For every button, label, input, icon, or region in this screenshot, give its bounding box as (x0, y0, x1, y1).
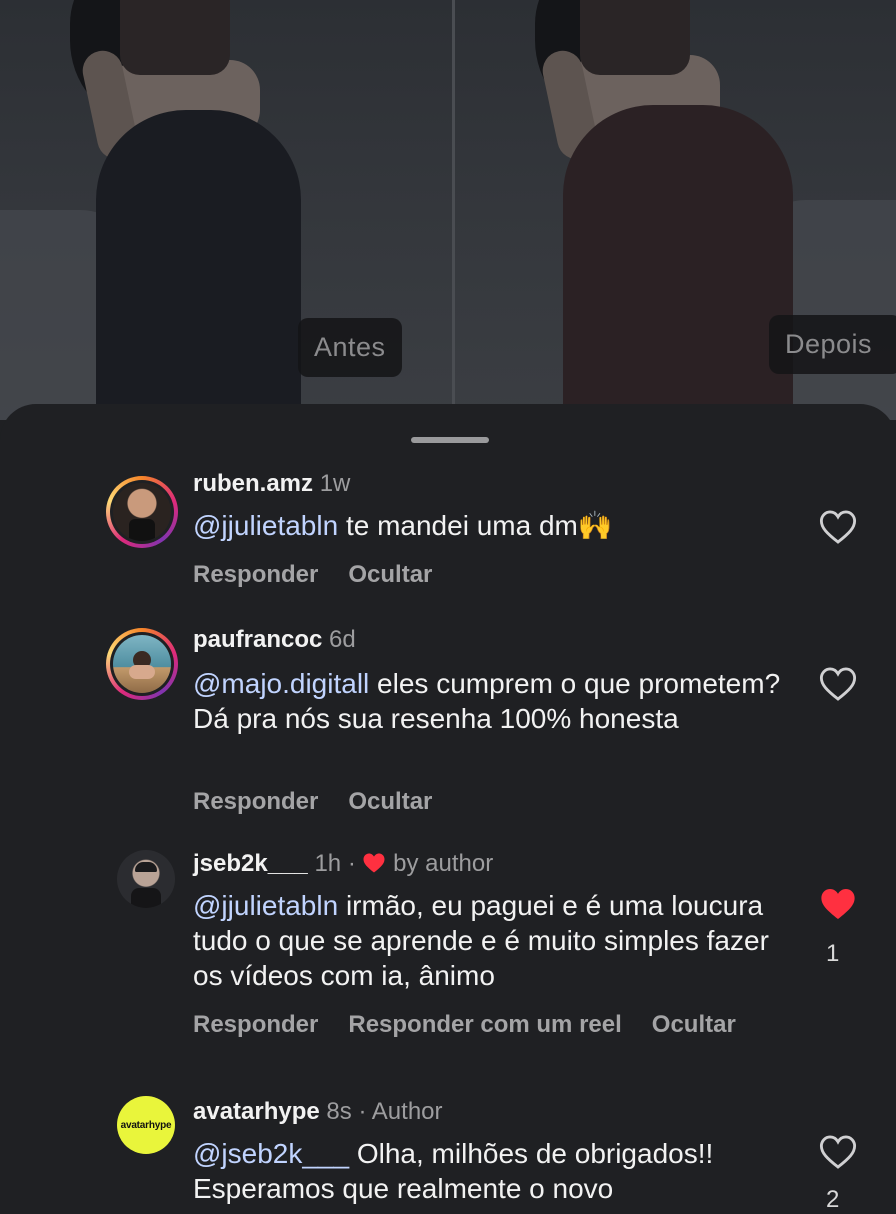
reply-button[interactable]: Responder (193, 788, 318, 815)
comment-text: @jseb2k___ Olha, milhões de obrigados!! … (193, 1138, 714, 1204)
comment-username[interactable]: avatarhype (193, 1098, 320, 1125)
avatar[interactable] (117, 850, 175, 908)
heart-outline-icon[interactable] (819, 509, 857, 545)
comment-username[interactable]: jseb2k___ (193, 850, 308, 877)
hide-button[interactable]: Ocultar (348, 788, 432, 815)
liked-by-author-label: by author (393, 850, 494, 877)
comment-mention[interactable]: @majo.digitall (193, 668, 369, 699)
comment-age: 1w (319, 470, 351, 497)
like-count: 1 (826, 940, 840, 967)
heart-outline-icon[interactable] (819, 1134, 857, 1170)
comment-text: @jjulietabln te mandei uma dm🙌 (193, 510, 613, 541)
comment-age: 6d (329, 626, 356, 653)
hide-button[interactable]: Ocultar (652, 1011, 736, 1038)
after-label: Depois (769, 315, 896, 374)
avatar[interactable]: avatarhype (117, 1096, 175, 1154)
avatar[interactable] (106, 476, 178, 548)
comments-sheet: ruben.amz 1w @jjulietabln te mandei uma … (0, 404, 896, 1213)
comment-age: 8s (326, 1098, 352, 1125)
comment-text: @majo.digitall eles cumprem o que promet… (193, 668, 781, 734)
heart-filled-icon (363, 853, 385, 873)
comment-age: 1h (314, 850, 342, 877)
comment-mention[interactable]: @jseb2k___ (193, 1138, 349, 1169)
avatar-logo-text: avatarhype (120, 1119, 172, 1131)
comment-username[interactable]: paufrancoc (193, 626, 322, 653)
reply-button[interactable]: Responder (193, 561, 318, 588)
hide-button[interactable]: Ocultar (348, 561, 432, 588)
comment-mention[interactable]: @jjulietabln (193, 890, 338, 921)
post-media: Antes Depois (0, 0, 896, 420)
drag-handle[interactable] (411, 437, 489, 443)
author-badge: Author (371, 1098, 443, 1125)
avatar[interactable] (106, 628, 178, 700)
heart-outline-icon[interactable] (819, 666, 857, 702)
comment-text: @jjulietabln irmão, eu paguei e é uma lo… (193, 890, 769, 991)
comment-mention[interactable]: @jjulietabln (193, 510, 338, 541)
comment-username[interactable]: ruben.amz (193, 470, 313, 497)
like-count: 2 (826, 1186, 840, 1213)
heart-filled-icon[interactable] (819, 886, 857, 922)
reply-with-reel-button[interactable]: Responder com um reel (348, 1011, 621, 1038)
reply-button[interactable]: Responder (193, 1011, 318, 1038)
before-label: Antes (298, 318, 402, 377)
